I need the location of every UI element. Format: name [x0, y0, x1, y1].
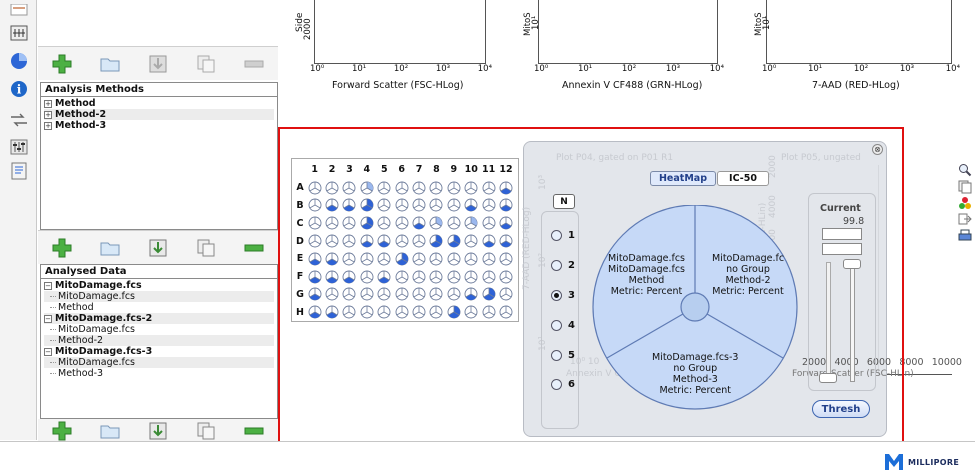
add-button[interactable]: [38, 421, 86, 441]
x-tick-labels: 10⁰ 10¹ 10² 10³ 10⁴: [534, 64, 724, 74]
x-axis-label: Forward Scatter (FSC-HLog): [332, 80, 464, 91]
tree-node[interactable]: − MitoDamage.fcs: [44, 280, 274, 291]
tree-leaf[interactable]: Method-3: [44, 368, 274, 379]
x-tick: 10²: [621, 64, 637, 74]
arrows-icon[interactable]: [9, 110, 29, 130]
x-tick: 10000: [931, 357, 962, 368]
collapse-icon[interactable]: −: [44, 314, 52, 323]
status-bar: [0, 441, 975, 474]
open-folder-button[interactable]: [86, 240, 134, 256]
grid-icon[interactable]: [9, 23, 29, 43]
tree-leaf[interactable]: MitoDamage.fcs: [44, 357, 274, 368]
analysis-methods-title: Analysis Methods: [41, 83, 277, 97]
collapse-icon[interactable]: −: [44, 347, 52, 356]
tree-node[interactable]: + Method-3: [44, 120, 274, 131]
document-icon[interactable]: [9, 0, 29, 20]
info-icon[interactable]: i: [9, 79, 29, 99]
x-tick: 10⁴: [477, 64, 492, 74]
bottom-panel-toolbar: [38, 419, 278, 443]
tree-node[interactable]: − MitoDamage.fcs-3: [44, 346, 274, 357]
tree-node-label: MitoDamage.fcs-3: [55, 346, 153, 357]
x-tick: 10³: [899, 64, 915, 74]
open-folder-button[interactable]: [86, 423, 134, 439]
remove-button[interactable]: [230, 60, 278, 68]
collapse-icon[interactable]: −: [44, 281, 52, 290]
form-icon[interactable]: [9, 161, 29, 181]
selection-highlight: [278, 127, 904, 455]
print-icon[interactable]: [958, 229, 972, 243]
remove-button[interactable]: [230, 244, 278, 252]
y-tick-label: 10¹: [531, 15, 541, 30]
save-button[interactable]: [134, 422, 182, 440]
x-tick: 10⁴: [945, 64, 960, 74]
copy-button[interactable]: [182, 239, 230, 257]
graph-annexin[interactable]: MitoS 10¹ 10⁰ 10¹ 10² 10³ 10⁴ Annexin V CF48…: [520, 0, 730, 92]
x-tick: 10⁰: [534, 64, 549, 74]
analysed-data-tree: − MitoDamage.fcs MitoDamage.fcs Method − M…: [41, 279, 277, 380]
expand-icon[interactable]: +: [44, 121, 52, 130]
x-axis-label: 7-AAD (RED-HLog): [812, 80, 900, 91]
tree-node-label: Method-2: [55, 109, 107, 120]
analysed-data-title: Analysed Data: [41, 265, 277, 279]
copy-button[interactable]: [182, 422, 230, 440]
tree-node[interactable]: − MitoDamage.fcs-2: [44, 313, 274, 324]
x-tick: 10³: [435, 64, 451, 74]
analysed-data-panel: Analysed Data − MitoDamage.fcs MitoDamage…: [40, 264, 278, 419]
expand-icon[interactable]: +: [44, 99, 52, 108]
x-tick: 10²: [393, 64, 409, 74]
tree-leaf[interactable]: Method-2: [44, 335, 274, 346]
left-toolbar: i: [0, 0, 37, 440]
x-tick: 10⁰: [310, 64, 325, 74]
expand-icon[interactable]: +: [44, 110, 52, 119]
graph-fsc[interactable]: Side 2000 10⁰ 10¹ 10² 10³ 10⁴ Forward Scatte…: [290, 0, 500, 92]
top-panel-toolbar: [38, 46, 278, 80]
app-window: i Analysis Methods + Method + Method-2 + Me…: [0, 0, 975, 474]
color-dots-icon[interactable]: [958, 196, 972, 210]
x-tick: 10¹: [577, 64, 593, 74]
x-tick: 10²: [853, 64, 869, 74]
tree-node-label: Method-3: [55, 120, 107, 131]
svg-text:i: i: [17, 83, 22, 97]
x-tick: 10¹: [351, 64, 367, 74]
x-axis-label: Annexin V CF488 (GRN-HLog): [562, 80, 703, 91]
x-tick: 10⁴: [709, 64, 724, 74]
plot-area[interactable]: [538, 0, 718, 64]
tree-leaf[interactable]: MitoDamage.fcs: [44, 291, 274, 302]
x-tick: 10⁰: [762, 64, 777, 74]
middle-panel-toolbar: [38, 230, 278, 264]
pie-icon[interactable]: [9, 51, 29, 71]
plot-area[interactable]: [766, 0, 952, 64]
y-tick-label: 10¹: [762, 15, 772, 30]
x-tick-labels: 10⁰ 10¹ 10² 10³ 10⁴: [762, 64, 960, 74]
zoom-icon[interactable]: [958, 163, 972, 177]
x-tick-labels: 10⁰ 10¹ 10² 10³ 10⁴: [310, 64, 492, 74]
add-button[interactable]: [38, 54, 86, 74]
plot-area[interactable]: [314, 0, 486, 64]
export-icon[interactable]: [958, 212, 972, 226]
tree-node[interactable]: + Method: [44, 98, 274, 109]
copy-button[interactable]: [182, 55, 230, 73]
tree-leaf[interactable]: Method: [44, 302, 274, 313]
add-button[interactable]: [38, 238, 86, 258]
open-folder-button[interactable]: [86, 56, 134, 72]
save-button[interactable]: [134, 55, 182, 73]
brand-logo: MILLIPORE: [884, 453, 959, 471]
tree-node[interactable]: + Method-2: [44, 109, 274, 120]
x-tick: 10¹: [807, 64, 823, 74]
brand-name: MILLIPORE: [908, 457, 960, 467]
analysis-methods-tree: + Method + Method-2 + Method-3: [41, 97, 277, 132]
tree-node-label: MitoDamage.fcs-2: [55, 313, 153, 324]
x-tick: 10³: [665, 64, 681, 74]
analysis-methods-panel: Analysis Methods + Method + Method-2 + Meth…: [40, 82, 278, 230]
remove-button[interactable]: [230, 427, 278, 435]
save-button[interactable]: [134, 239, 182, 257]
millipore-logo-icon: [885, 454, 903, 470]
y-tick-label: 2000: [303, 18, 313, 40]
copy-icon[interactable]: [958, 180, 972, 194]
tree-node-label: Method: [55, 98, 96, 109]
tree-node-label: MitoDamage.fcs: [55, 280, 142, 291]
tree-leaf[interactable]: MitoDamage.fcs: [44, 324, 274, 335]
sliders-icon[interactable]: [9, 137, 29, 157]
graph-7aad[interactable]: MitoS 10¹ 10⁰ 10¹ 10² 10³ 10⁴ 7-AAD (RED-HLo…: [752, 0, 962, 92]
